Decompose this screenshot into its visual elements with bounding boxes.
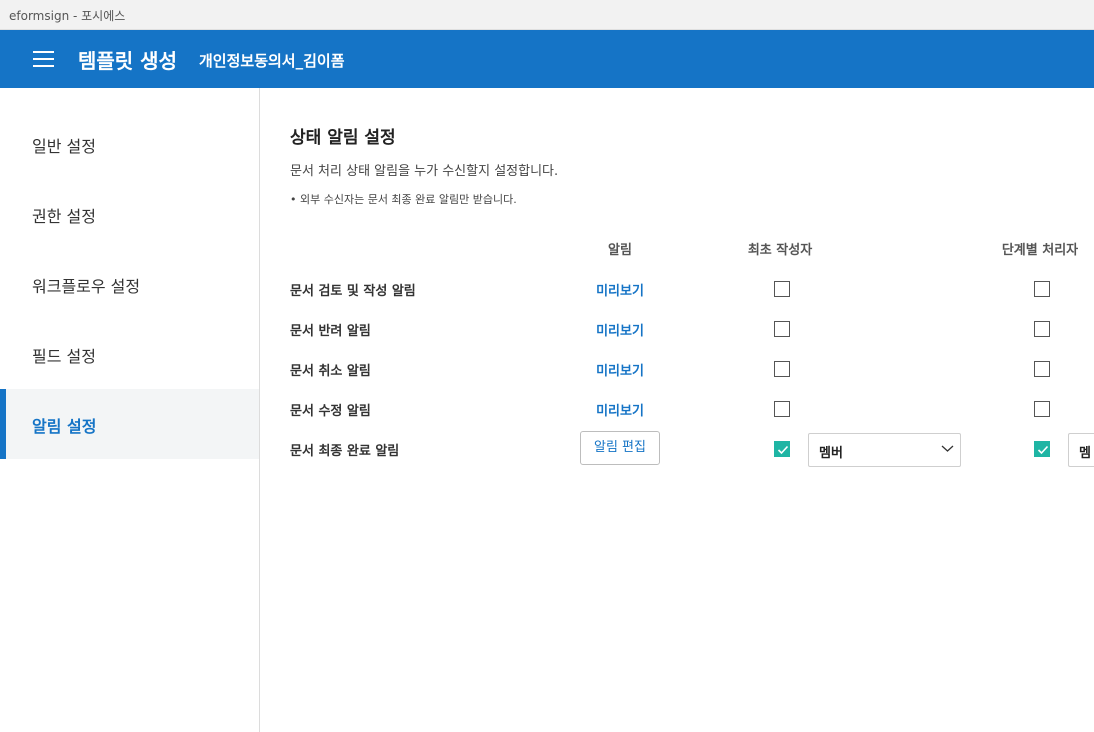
step-processor-checkbox[interactable] bbox=[1034, 321, 1050, 337]
sidebar-item-label: 알림 설정 bbox=[32, 417, 97, 436]
select-value: 멤버 bbox=[819, 446, 843, 461]
initial-author-checkbox[interactable] bbox=[774, 401, 790, 417]
preview-link[interactable]: 미리보기 bbox=[596, 320, 644, 339]
window-title: eformsign - 포시에스 bbox=[9, 9, 126, 23]
sidebar-item-field-settings[interactable]: 필드 설정 bbox=[0, 319, 259, 389]
step-processor-checkbox[interactable] bbox=[1034, 361, 1050, 377]
sidebar-item-notification-settings[interactable]: 알림 설정 bbox=[0, 389, 259, 459]
section-note: • 외부 수신자는 문서 최종 완료 알림만 받습니다. bbox=[290, 193, 517, 206]
initial-author-recipient-select[interactable]: 멤버 bbox=[808, 433, 961, 467]
row-label: 문서 취소 알림 bbox=[290, 364, 371, 379]
initial-author-checkbox[interactable] bbox=[774, 361, 790, 377]
step-processor-checkbox[interactable] bbox=[1034, 401, 1050, 417]
sidebar-item-label: 필드 설정 bbox=[32, 347, 96, 366]
sidebar-item-label: 워크플로우 설정 bbox=[32, 277, 141, 296]
step-processor-checkbox[interactable] bbox=[1034, 441, 1050, 457]
app-header: 템플릿 생성 개인정보동의서_김이폼 bbox=[0, 30, 1094, 88]
sidebar-item-permission-settings[interactable]: 권한 설정 bbox=[0, 179, 259, 249]
column-header-step-processor: 단계별 처리자 bbox=[1001, 243, 1079, 258]
initial-author-checkbox[interactable] bbox=[774, 281, 790, 297]
document-name: 개인정보동의서_김이폼 bbox=[199, 52, 345, 70]
step-processor-checkbox[interactable] bbox=[1034, 281, 1050, 297]
initial-author-checkbox[interactable] bbox=[774, 441, 790, 457]
sidebar: 일반 설정 권한 설정 워크플로우 설정 필드 설정 알림 설정 bbox=[0, 88, 260, 732]
row-label: 문서 검토 및 작성 알림 bbox=[290, 284, 416, 299]
window-titlebar: eformsign - 포시에스 bbox=[0, 0, 1094, 30]
sidebar-item-general-settings[interactable]: 일반 설정 bbox=[0, 109, 259, 179]
column-header-initial-author: 최초 작성자 bbox=[747, 243, 813, 258]
checkmark-icon bbox=[1037, 445, 1049, 455]
column-header-notification: 알림 bbox=[608, 243, 632, 258]
section-description: 문서 처리 상태 알림을 누가 수신할지 설정합니다. bbox=[290, 164, 559, 179]
row-label: 문서 수정 알림 bbox=[290, 404, 371, 419]
section-title: 상태 알림 설정 bbox=[290, 128, 396, 148]
initial-author-checkbox[interactable] bbox=[774, 321, 790, 337]
edit-notification-button[interactable]: 알림 편집 bbox=[580, 431, 660, 465]
row-label: 문서 반려 알림 bbox=[290, 324, 371, 339]
row-label: 문서 최종 완료 알림 bbox=[290, 444, 400, 459]
preview-link[interactable]: 미리보기 bbox=[596, 400, 644, 419]
chevron-down-icon bbox=[941, 445, 954, 452]
step-processor-recipient-select[interactable]: 멤 bbox=[1068, 433, 1094, 467]
sidebar-item-workflow-settings[interactable]: 워크플로우 설정 bbox=[0, 249, 259, 319]
preview-link[interactable]: 미리보기 bbox=[596, 280, 644, 299]
main-content: 상태 알림 설정 문서 처리 상태 알림을 누가 수신할지 설정합니다. • 외… bbox=[260, 88, 1094, 732]
menu-icon[interactable] bbox=[33, 51, 54, 67]
app-title: 템플릿 생성 bbox=[78, 49, 177, 73]
checkmark-icon bbox=[777, 445, 789, 455]
sidebar-item-label: 권한 설정 bbox=[32, 207, 96, 226]
select-value: 멤 bbox=[1079, 446, 1091, 461]
preview-link[interactable]: 미리보기 bbox=[596, 360, 644, 379]
sidebar-item-label: 일반 설정 bbox=[32, 137, 96, 156]
